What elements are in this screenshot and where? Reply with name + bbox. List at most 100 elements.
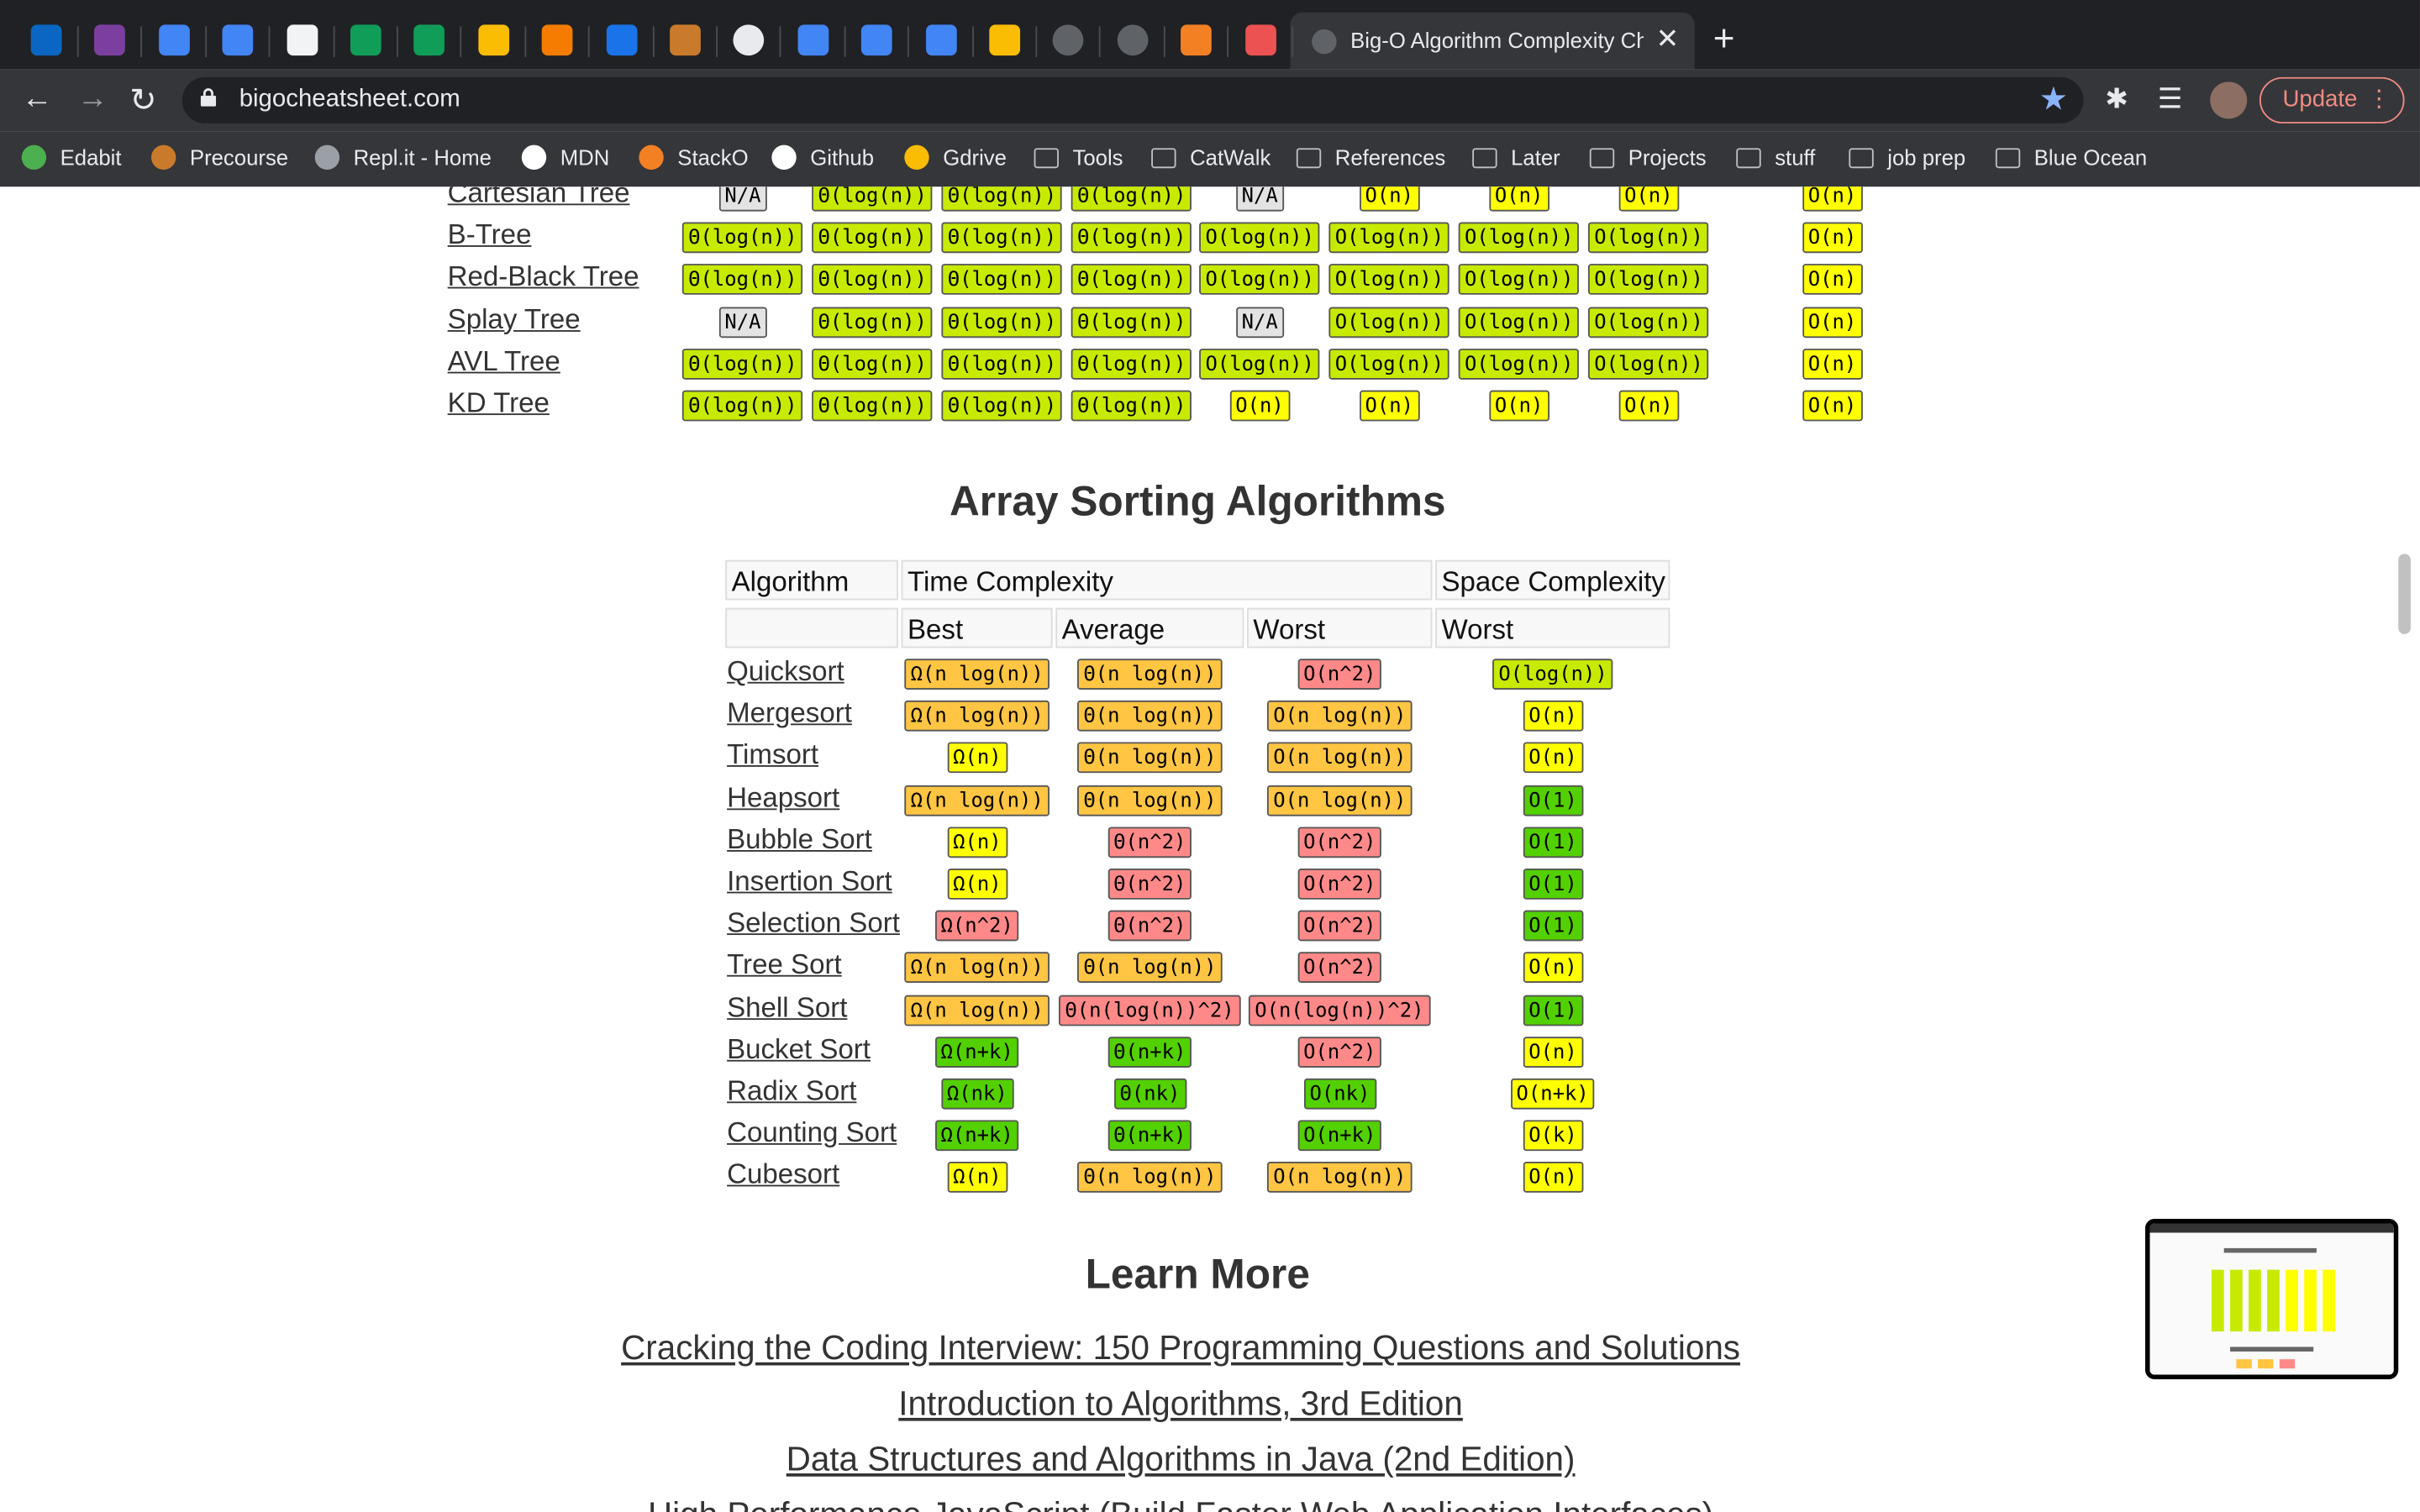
complexity-badge: Θ(log(n)) [812, 264, 934, 296]
bookmark-tools[interactable]: Tools [1034, 145, 1123, 170]
algorithm-link[interactable]: Mergesort [727, 698, 852, 731]
bookmark-blue-ocean[interactable]: Blue Ocean [1995, 145, 2147, 170]
linkedin-icon[interactable] [30, 24, 62, 56]
bookmark-stuff[interactable]: stuff [1736, 145, 1815, 170]
globe-icon[interactable] [1117, 24, 1149, 56]
bookmark-repl-it-home[interactable]: Repl.it - Home [314, 144, 492, 171]
tab-strip: Big-O Algorithm Complexity Ch ✕ + [0, 0, 2420, 70]
complexity-badge: Θ(log(n)) [941, 306, 1063, 338]
back-icon[interactable]: ← [22, 81, 53, 117]
book-link[interactable]: Data Structures and Algorithms in Java (… [0, 1440, 2361, 1480]
drive-icon[interactable] [478, 24, 509, 56]
algorithm-link[interactable]: Selection Sort [727, 907, 900, 940]
docs-icon[interactable] [925, 24, 957, 56]
bookmark-gdrive[interactable]: Gdrive [904, 144, 1007, 171]
hand-icon[interactable] [670, 24, 701, 56]
reload-icon[interactable]: ↻ [129, 81, 156, 120]
globe-icon[interactable] [1053, 24, 1085, 56]
bookmark-mdn[interactable]: MDN [521, 144, 609, 171]
docs-icon[interactable] [797, 24, 829, 56]
docs-icon[interactable] [861, 24, 892, 56]
algorithm-link[interactable]: Tree Sort [727, 949, 842, 982]
new-tab-button[interactable]: + [1713, 18, 1735, 61]
bookmark-catwalk[interactable]: CatWalk [1151, 145, 1270, 170]
data-structure-link[interactable]: B-Tree [448, 219, 532, 252]
book-link[interactable]: Cracking the Coding Interview: 150 Progr… [0, 1328, 2361, 1368]
bookmark-label: Later [1511, 144, 1560, 171]
calendar-icon[interactable] [158, 24, 190, 56]
more-menu-icon[interactable]: ⋮ [2367, 79, 2391, 122]
header-space-worst: Worst [1435, 607, 1670, 648]
bookmark-stacko[interactable]: StackO [639, 144, 749, 171]
complexity-badge: O(log(n)) [1587, 222, 1710, 254]
package-icon[interactable] [542, 24, 573, 56]
udemy-icon[interactable] [1244, 24, 1276, 56]
algorithm-link[interactable]: Bubble Sort [727, 823, 872, 856]
avatar[interactable] [2210, 81, 2248, 119]
bookmark-edabit[interactable]: Edabit [21, 144, 122, 171]
bookmark-references[interactable]: References [1296, 145, 1445, 170]
algorithm-link[interactable]: Timsort [727, 739, 818, 772]
algorithm-link[interactable]: Counting Sort [727, 1117, 897, 1150]
close-tab-icon[interactable]: ✕ [1656, 24, 1680, 56]
folder-icon [1995, 147, 2021, 168]
docs-icon[interactable] [222, 24, 254, 56]
picture-in-picture-preview[interactable] [2145, 1218, 2399, 1380]
algorithm-link[interactable]: Insertion Sort [727, 865, 892, 898]
algorithm-link[interactable]: Heapsort [727, 781, 839, 814]
header-blank [725, 607, 898, 648]
algorithm-link[interactable]: Cubesort [727, 1159, 839, 1192]
complexity-badge: Θ(log(n)) [941, 348, 1063, 380]
worst-complexity-badge: O(n^2) [1297, 910, 1382, 942]
github-icon[interactable] [734, 24, 765, 56]
worst-complexity-badge: O(n^2) [1297, 952, 1382, 984]
data-structure-link[interactable]: Red-Black Tree [448, 261, 639, 294]
bookmark-label: CatWalk [1190, 144, 1271, 171]
data-structure-link[interactable]: Splay Tree [448, 303, 581, 336]
bookmark-github[interactable]: Github [771, 144, 874, 171]
average-complexity-badge: Θ(n log(n)) [1077, 701, 1223, 732]
lock-icon [200, 88, 217, 107]
complexity-badge: Θ(log(n)) [812, 222, 934, 254]
sheets-icon[interactable] [413, 24, 445, 56]
bookmark-later[interactable]: Later [1472, 145, 1560, 170]
slides-icon[interactable] [286, 24, 318, 56]
color-wheel-icon[interactable] [94, 24, 126, 56]
stackoverflow-icon[interactable] [1181, 24, 1213, 56]
bookmark-precourse[interactable]: Precourse [150, 144, 288, 171]
algorithm-link[interactable]: Shell Sort [727, 991, 847, 1024]
algorithm-link[interactable]: Quicksort [727, 656, 844, 689]
extensions-icon[interactable]: ✱ [2105, 83, 2128, 116]
forward-icon[interactable]: → [77, 81, 108, 117]
data-structure-link[interactable]: AVL Tree [448, 345, 560, 378]
complexity-badge: N/A [718, 186, 767, 212]
average-complexity-badge: Θ(n log(n)) [1077, 785, 1223, 816]
complexity-badge: O(log(n)) [1587, 264, 1710, 296]
mdn-icon [521, 144, 547, 171]
algorithm-link[interactable]: Radix Sort [727, 1075, 856, 1108]
shield-icon[interactable] [606, 24, 637, 56]
address-bar[interactable]: bigocheatsheet.com ★ [182, 76, 2084, 123]
drive-icon[interactable] [989, 24, 1021, 56]
update-button[interactable]: Update ⋮ [2259, 76, 2405, 123]
sheets-icon[interactable] [350, 24, 381, 56]
algorithm-link[interactable]: Bucket Sort [727, 1033, 871, 1066]
bookmark-job-prep[interactable]: job prep [1849, 145, 1965, 170]
reading-list-icon[interactable]: ☰ [2158, 83, 2183, 116]
book-link[interactable]: High Performance JavaScript (Build Faste… [0, 1495, 2361, 1512]
bookmark-projects[interactable]: Projects [1589, 145, 1707, 170]
data-structure-link[interactable]: Cartesian Tree [448, 186, 630, 210]
active-tab[interactable]: Big-O Algorithm Complexity Ch ✕ [1290, 12, 1695, 70]
best-complexity-badge: Ω(n+k) [934, 1036, 1020, 1068]
complexity-badge: Θ(log(n)) [1071, 264, 1192, 296]
scrollbar-thumb[interactable] [2398, 554, 2411, 634]
book-link[interactable]: Introduction to Algorithms, 3rd Edition [0, 1384, 2361, 1425]
bookmark-star-icon[interactable]: ★ [2039, 81, 2069, 119]
url-text[interactable]: bigocheatsheet.com [239, 87, 460, 114]
space-complexity-badge: O(n+k) [1510, 1078, 1596, 1110]
worst-complexity-badge: O(n log(n)) [1266, 743, 1413, 774]
tab-separator [1163, 26, 1165, 57]
data-structure-link[interactable]: KD Tree [448, 387, 550, 420]
best-complexity-badge: Ω(n log(n)) [904, 701, 1050, 732]
complexity-badge: O(log(n)) [1328, 306, 1450, 338]
